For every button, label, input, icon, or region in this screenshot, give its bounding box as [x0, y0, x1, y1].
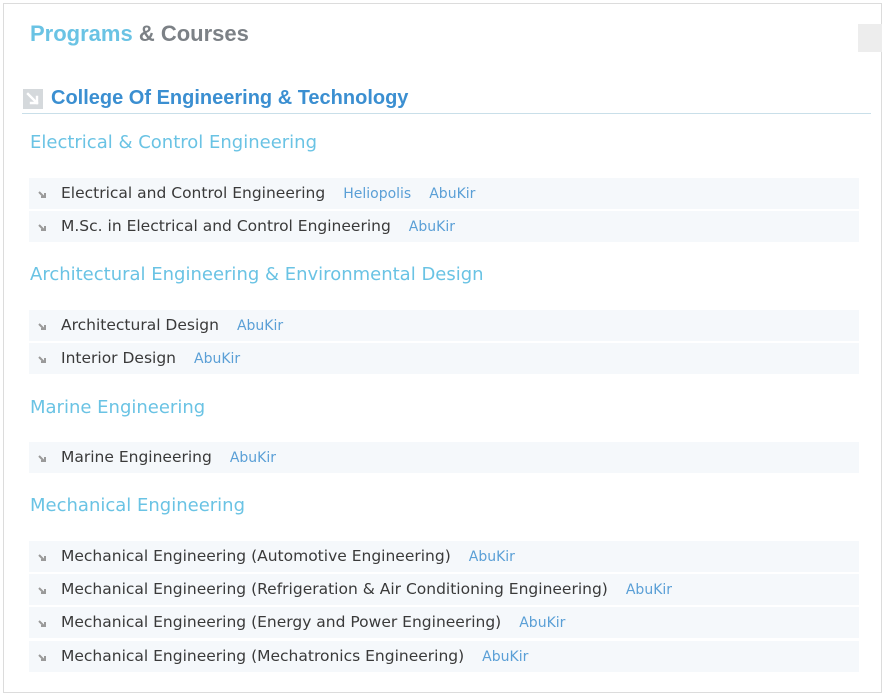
- program-row: Architectural Design AbuKir: [29, 310, 859, 341]
- bullet-arrow-icon: [38, 356, 46, 363]
- campus-link[interactable]: Heliopolis: [343, 186, 411, 202]
- section-title: Marine Engineering: [30, 397, 206, 418]
- program-name-text: Architectural Design: [61, 316, 219, 334]
- college-header: College Of Engineering & Technology: [22, 84, 871, 114]
- page-title: Programs & Courses: [30, 20, 249, 48]
- program-name: Electrical and Control Engineering Heliop…: [61, 183, 475, 204]
- bullet-arrow-icon: [38, 224, 46, 231]
- bullet-arrow-icon: [38, 620, 46, 627]
- program-row: Mechanical Engineering (Automotive Engin…: [29, 541, 859, 572]
- program-row: Marine Engineering AbuKir: [29, 442, 859, 473]
- program-name: Mechanical Engineering (Energy and Power…: [61, 612, 565, 633]
- program-name-text: Mechanical Engineering (Automotive Engin…: [61, 547, 451, 565]
- program-row: Electrical and Control Engineering Heliop…: [29, 178, 859, 209]
- program-name: Mechanical Engineering (Mechatronics Eng…: [61, 646, 528, 667]
- section-title: Architectural Engineering & Environmenta…: [30, 264, 484, 285]
- college-title: College Of Engineering & Technology: [51, 87, 409, 109]
- program-name: Architectural Design AbuKir: [61, 315, 283, 336]
- section-title: Electrical & Control Engineering: [30, 132, 317, 153]
- campus-link[interactable]: AbuKir: [429, 186, 475, 202]
- program-row: Mechanical Engineering (Energy and Power…: [29, 607, 859, 638]
- program-row: M.Sc. in Electrical and Control Engineer…: [29, 211, 859, 242]
- bullet-arrow-icon: [38, 455, 46, 462]
- bullet-arrow-icon: [38, 587, 46, 594]
- section-title: Mechanical Engineering: [30, 495, 245, 516]
- page-title-highlight: Programs: [30, 21, 133, 46]
- side-panel-tab[interactable]: [858, 24, 882, 52]
- page-title-rest: & Courses: [138, 21, 249, 46]
- program-name-text: Mechanical Engineering (Mechatronics Eng…: [61, 647, 465, 665]
- program-name-text: Marine Engineering: [61, 448, 212, 466]
- program-row: Mechanical Engineering (Refrigeration & …: [29, 574, 859, 605]
- campus-link[interactable]: AbuKir: [469, 549, 515, 565]
- program-name-text: Mechanical Engineering (Refrigeration & …: [61, 580, 608, 598]
- campus-link[interactable]: AbuKir: [237, 318, 283, 334]
- program-row: Interior Design AbuKir: [29, 343, 859, 374]
- program-name-text: Electrical and Control Engineering: [61, 184, 326, 202]
- expand-arrow-icon[interactable]: [23, 89, 43, 109]
- bullet-arrow-icon: [38, 323, 46, 330]
- campus-link[interactable]: AbuKir: [230, 450, 276, 466]
- program-name-text: Mechanical Engineering (Energy and Power…: [61, 613, 502, 631]
- campus-link[interactable]: AbuKir: [626, 582, 672, 598]
- program-name: Mechanical Engineering (Automotive Engin…: [61, 546, 515, 567]
- campus-link[interactable]: AbuKir: [519, 615, 565, 631]
- bullet-arrow-icon: [38, 554, 46, 561]
- program-name: M.Sc. in Electrical and Control Engineer…: [61, 216, 455, 237]
- program-name: Interior Design AbuKir: [61, 348, 240, 369]
- program-name: Mechanical Engineering (Refrigeration & …: [61, 579, 672, 600]
- program-name-text: M.Sc. in Electrical and Control Engineer…: [61, 217, 391, 235]
- program-name: Marine Engineering AbuKir: [61, 447, 276, 468]
- bullet-arrow-icon: [38, 189, 49, 200]
- program-row: Mechanical Engineering (Mechatronics Eng…: [29, 641, 859, 672]
- campus-link[interactable]: AbuKir: [194, 351, 240, 367]
- campus-link[interactable]: AbuKir: [482, 649, 528, 665]
- campus-link[interactable]: AbuKir: [409, 219, 455, 235]
- program-name-text: Interior Design: [61, 349, 176, 367]
- bullet-arrow-icon: [38, 654, 46, 661]
